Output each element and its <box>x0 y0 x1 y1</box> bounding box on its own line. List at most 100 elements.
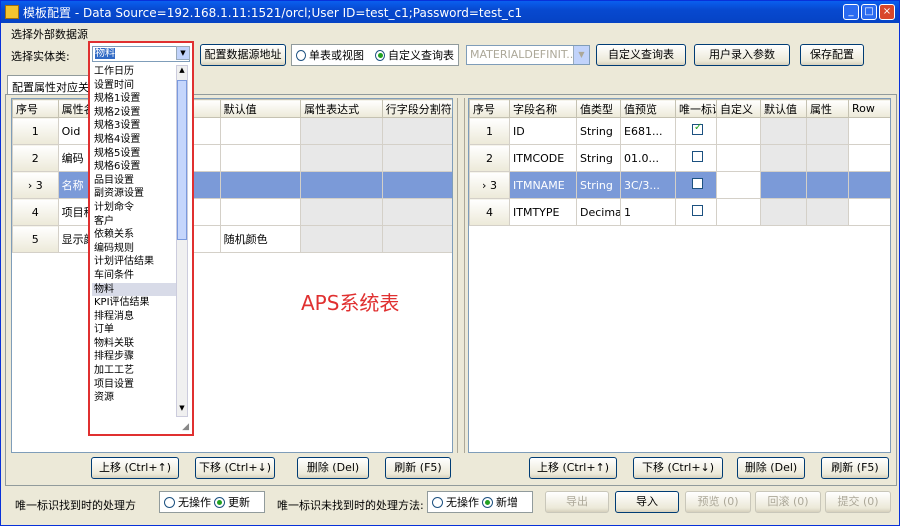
resize-grip-icon[interactable]: ◢ <box>182 422 189 432</box>
close-button[interactable]: × <box>879 4 895 20</box>
cell-default[interactable] <box>219 198 302 226</box>
cell-default[interactable]: 随机颜色 <box>219 225 302 253</box>
unique-checkbox[interactable] <box>692 122 703 135</box>
dropdown-option[interactable]: 订单 <box>92 323 178 337</box>
save-config-button[interactable]: 保存配置 <box>800 44 864 66</box>
scroll-down-icon[interactable]: ▼ <box>177 404 187 416</box>
dropdown-option[interactable]: 排程步骤 <box>92 350 178 364</box>
cell-row[interactable] <box>848 198 890 226</box>
cell-attr[interactable] <box>806 144 849 172</box>
right-delete-button[interactable]: 删除 (Del) <box>737 457 805 479</box>
cell-value-type[interactable]: String <box>576 117 621 145</box>
table-row[interactable]: 2 ITMCODE String 01.0... <box>469 144 890 172</box>
col-header[interactable]: 字段名称 <box>509 99 577 118</box>
cell-default[interactable] <box>219 117 302 145</box>
dropdown-option[interactable]: 规格5设置 <box>92 147 178 161</box>
cell-default[interactable] <box>219 144 302 172</box>
dropdown-option[interactable]: 车间条件 <box>92 269 178 283</box>
splitter[interactable] <box>457 98 465 453</box>
col-header[interactable]: 唯一标识 <box>675 99 717 118</box>
dropdown-option[interactable]: 规格6设置 <box>92 160 178 174</box>
dropdown-scrollbar[interactable]: ▲ ▼ <box>176 65 188 417</box>
left-move-up-button[interactable]: 上移 (Ctrl+↑) <box>91 457 179 479</box>
cell-unique[interactable] <box>675 198 717 226</box>
dropdown-option[interactable]: 编码规则 <box>92 242 178 256</box>
minimize-button[interactable]: _ <box>843 4 859 20</box>
cell-value-type[interactable]: Decimal <box>576 198 621 226</box>
cell-row[interactable] <box>848 117 890 145</box>
preview-button[interactable]: 预览 (0) <box>685 491 751 513</box>
scroll-up-icon[interactable]: ▲ <box>177 66 187 78</box>
col-header[interactable]: 序号 <box>469 99 510 118</box>
left-refresh-button[interactable]: 刷新 (F5) <box>385 457 451 479</box>
chevron-down-icon[interactable]: ▼ <box>176 46 190 60</box>
dropdown-option[interactable]: 规格2设置 <box>92 106 178 120</box>
unique-checkbox[interactable] <box>692 151 703 162</box>
scrollbar-thumb[interactable] <box>177 80 187 240</box>
dropdown-option[interactable]: 规格1设置 <box>92 92 178 106</box>
dropdown-option[interactable]: 客户 <box>92 215 178 229</box>
cell-default[interactable] <box>760 144 807 172</box>
table-row[interactable]: 2编码string <box>12 144 452 172</box>
cell-row[interactable] <box>848 171 890 199</box>
dropdown-option[interactable]: 规格4设置 <box>92 133 178 147</box>
dropdown-option[interactable]: 计划评估结果 <box>92 255 178 269</box>
cell-custom[interactable] <box>716 117 761 145</box>
export-button[interactable]: 导出 <box>545 491 609 513</box>
col-header[interactable]: 默认值 <box>760 99 807 118</box>
dropdown-option[interactable]: 项目设置 <box>92 378 178 392</box>
notfound-new-radio[interactable] <box>482 496 493 508</box>
unique-checkbox[interactable] <box>692 205 703 216</box>
left-grid[interactable]: 序号 属性名 属性类型 默认值 属性表达式 行字段分割符 1Oidstring … <box>11 98 453 453</box>
rollback-button[interactable]: 回滚 (0) <box>755 491 821 513</box>
dropdown-option[interactable]: 副资源设置 <box>92 187 178 201</box>
col-header[interactable]: 值预览 <box>620 99 676 118</box>
material-combo[interactable]: MATERIALDEFINIT... ▼ <box>466 45 590 65</box>
custom-query-button[interactable]: 自定义查询表 <box>596 44 686 66</box>
right-grid[interactable]: 序号 字段名称 值类型 值预览 唯一标识 自定义 默认值 属性 Row 1IDS… <box>468 98 891 453</box>
cell-attr[interactable] <box>806 171 849 199</box>
cell-attr[interactable] <box>806 117 849 145</box>
cell-unique[interactable] <box>675 144 717 172</box>
cell-expression[interactable] <box>300 117 383 145</box>
cell-default[interactable] <box>760 117 807 145</box>
right-move-down-button[interactable]: 下移 (Ctrl+↓) <box>633 457 723 479</box>
cell-separator[interactable] <box>381 117 452 145</box>
found-none-radio[interactable] <box>164 496 175 508</box>
right-move-up-button[interactable]: 上移 (Ctrl+↑) <box>529 457 617 479</box>
table-row-selected[interactable]: › 3名称string <box>12 171 452 199</box>
found-update-radio[interactable] <box>214 496 225 508</box>
chevron-down-icon[interactable]: ▼ <box>573 46 589 64</box>
cell-unique[interactable] <box>675 117 717 145</box>
col-header[interactable]: 属性 <box>806 99 849 118</box>
cell-expression[interactable] <box>300 144 383 172</box>
cell-expression[interactable] <box>300 171 383 199</box>
table-row[interactable]: 1 ID String E681... <box>469 117 890 145</box>
dropdown-option[interactable]: 物料 <box>92 282 178 297</box>
cell-field-name[interactable]: ID <box>509 117 577 145</box>
col-header[interactable]: Row <box>848 99 890 118</box>
dropdown-option[interactable]: 资源 <box>92 391 178 405</box>
cell-default[interactable] <box>760 198 807 226</box>
import-button[interactable]: 导入 <box>615 491 679 513</box>
cell-value-type[interactable]: String <box>576 144 621 172</box>
single-table-radio[interactable] <box>296 49 306 61</box>
config-source-button[interactable]: 配置数据源地址 <box>200 44 286 66</box>
dropdown-option[interactable]: 计划命令 <box>92 201 178 215</box>
col-header[interactable]: 自定义 <box>716 99 761 118</box>
cell-expression[interactable] <box>300 225 383 253</box>
maximize-button[interactable]: □ <box>861 4 877 20</box>
col-header[interactable]: 序号 <box>12 99 59 118</box>
cell-custom[interactable] <box>716 198 761 226</box>
cell-separator[interactable] <box>381 225 452 253</box>
dropdown-option[interactable]: 设置时间 <box>92 79 178 93</box>
cell-field-name[interactable]: ITMNAME <box>509 171 577 199</box>
cell-separator[interactable] <box>381 198 452 226</box>
custom-query-radio[interactable] <box>375 49 385 61</box>
cell-attr[interactable] <box>806 198 849 226</box>
dropdown-option[interactable]: KPI评估结果 <box>92 296 178 310</box>
dropdown-option[interactable]: 物料关联 <box>92 337 178 351</box>
col-header[interactable]: 行字段分割符 <box>381 99 452 118</box>
cell-row[interactable] <box>848 144 890 172</box>
unique-checkbox[interactable] <box>692 178 703 189</box>
